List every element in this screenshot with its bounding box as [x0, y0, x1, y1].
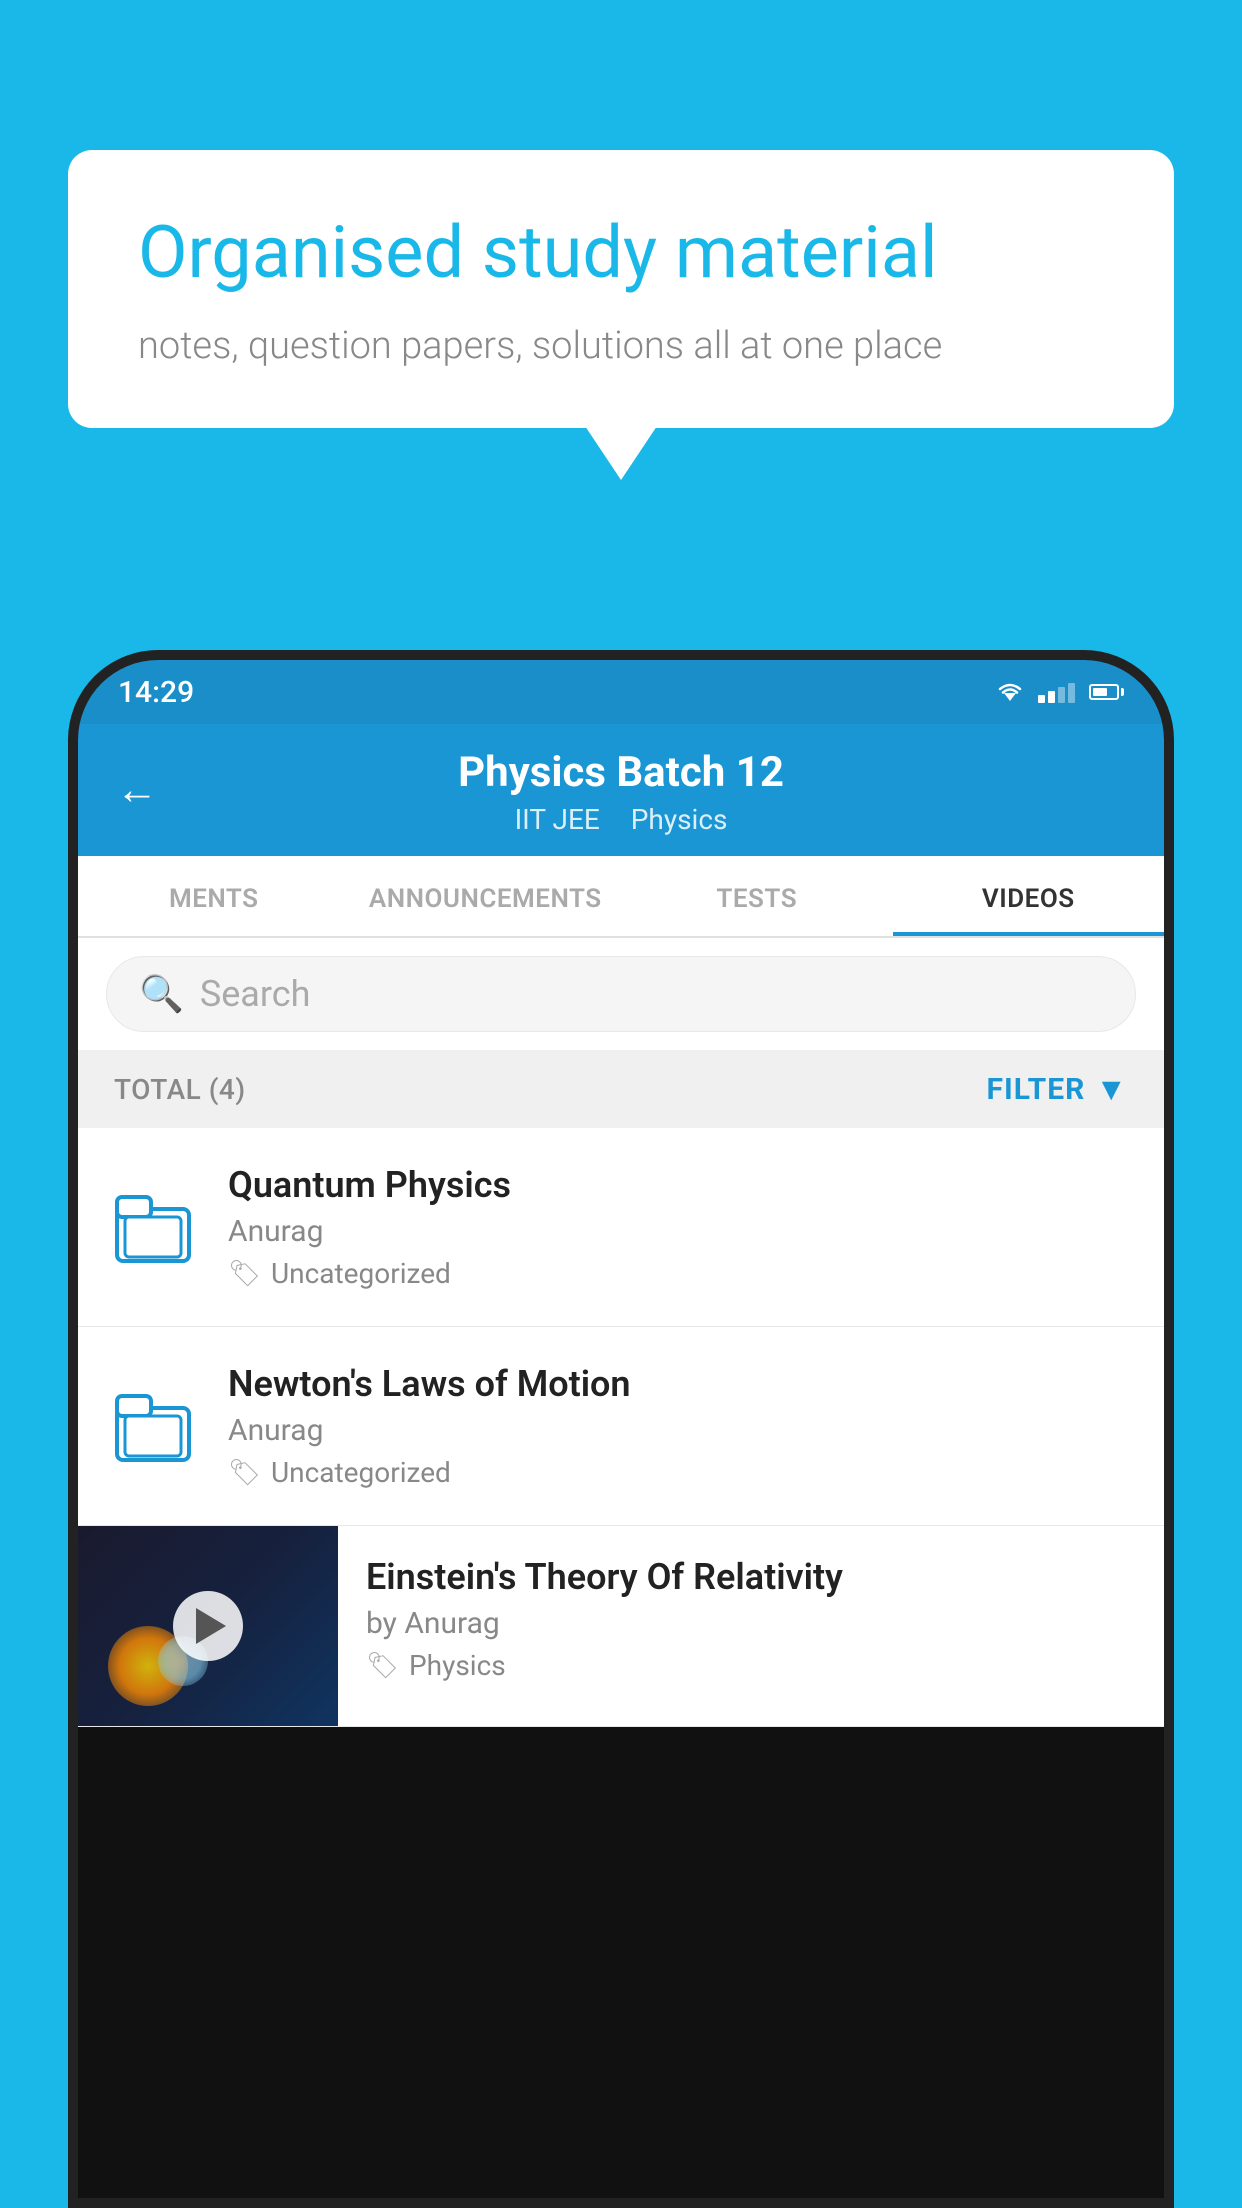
app-header: ← Physics Batch 12 IIT JEE Physics [78, 724, 1164, 856]
header-tag-iitjee: IIT JEE [515, 803, 600, 836]
tab-tests[interactable]: TESTS [621, 856, 893, 936]
search-bar[interactable]: 🔍 Search [106, 956, 1136, 1032]
tag-label: Uncategorized [271, 1257, 451, 1290]
tab-videos[interactable]: VIDEOS [893, 856, 1165, 936]
bubble-subtitle: notes, question papers, solutions all at… [138, 324, 1104, 368]
content-list: Quantum Physics Anurag 🏷 Uncategorized [78, 1128, 1164, 1727]
list-item[interactable]: Newton's Laws of Motion Anurag 🏷 Uncateg… [78, 1327, 1164, 1526]
status-time: 14:29 [118, 675, 194, 710]
tag-icon: 🏷 [228, 1458, 261, 1488]
filter-icon: ▼ [1095, 1070, 1128, 1108]
list-item[interactable]: Quantum Physics Anurag 🏷 Uncategorized [78, 1128, 1164, 1327]
status-bar: 14:29 [78, 660, 1164, 724]
header-tags: IIT JEE Physics [118, 803, 1124, 836]
wifi-icon [996, 681, 1024, 703]
item-content: Newton's Laws of Motion Anurag 🏷 Uncateg… [228, 1363, 1132, 1489]
folder-icon [115, 1187, 195, 1267]
filter-button[interactable]: FILTER ▼ [987, 1070, 1129, 1108]
tag-label: Physics [409, 1649, 506, 1682]
tab-announcements[interactable]: ANNOUNCEMENTS [350, 856, 622, 936]
item-title: Quantum Physics [228, 1164, 1132, 1206]
item-tag: 🏷 Uncategorized [228, 1257, 1132, 1290]
tab-bar: MENTS ANNOUNCEMENTS TESTS VIDEOS [78, 856, 1164, 938]
total-count: TOTAL (4) [114, 1073, 246, 1106]
battery-icon [1089, 684, 1124, 700]
signal-icon [1038, 681, 1075, 703]
tag-icon: 🏷 [366, 1651, 399, 1681]
item-content: Quantum Physics Anurag 🏷 Uncategorized [228, 1164, 1132, 1290]
folder-icon [115, 1386, 195, 1466]
tab-ments[interactable]: MENTS [78, 856, 350, 936]
tag-icon: 🏷 [228, 1259, 261, 1289]
item-title: Einstein's Theory Of Relativity [366, 1556, 1136, 1598]
item-author: by Anurag [366, 1606, 1136, 1641]
speech-bubble: Organised study material notes, question… [68, 150, 1174, 428]
header-title: Physics Batch 12 [118, 748, 1124, 797]
search-placeholder: Search [200, 973, 311, 1015]
filter-label: FILTER [987, 1072, 1086, 1107]
search-container: 🔍 Search [78, 938, 1164, 1050]
back-button[interactable]: ← [116, 766, 158, 815]
item-icon-wrap [110, 1187, 200, 1267]
item-icon-wrap [110, 1386, 200, 1466]
search-icon: 🔍 [139, 973, 184, 1015]
item-author: Anurag [228, 1413, 1132, 1448]
play-button[interactable] [173, 1591, 243, 1661]
item-tag: 🏷 Uncategorized [228, 1456, 1132, 1489]
video-thumbnail [78, 1526, 338, 1726]
speech-bubble-section: Organised study material notes, question… [68, 150, 1174, 428]
status-icons [996, 681, 1124, 703]
item-title: Newton's Laws of Motion [228, 1363, 1132, 1405]
bubble-title: Organised study material [138, 210, 1104, 296]
header-tag-physics: Physics [631, 803, 728, 836]
tag-label: Uncategorized [271, 1456, 451, 1489]
item-author: Anurag [228, 1214, 1132, 1249]
list-item[interactable]: Einstein's Theory Of Relativity by Anura… [78, 1526, 1164, 1727]
play-icon [196, 1608, 226, 1644]
filter-bar: TOTAL (4) FILTER ▼ [78, 1050, 1164, 1128]
phone-frame: 14:29 ← [68, 650, 1174, 2208]
item-tag: 🏷 Physics [366, 1649, 1136, 1682]
item-content: Einstein's Theory Of Relativity by Anura… [338, 1526, 1164, 1712]
